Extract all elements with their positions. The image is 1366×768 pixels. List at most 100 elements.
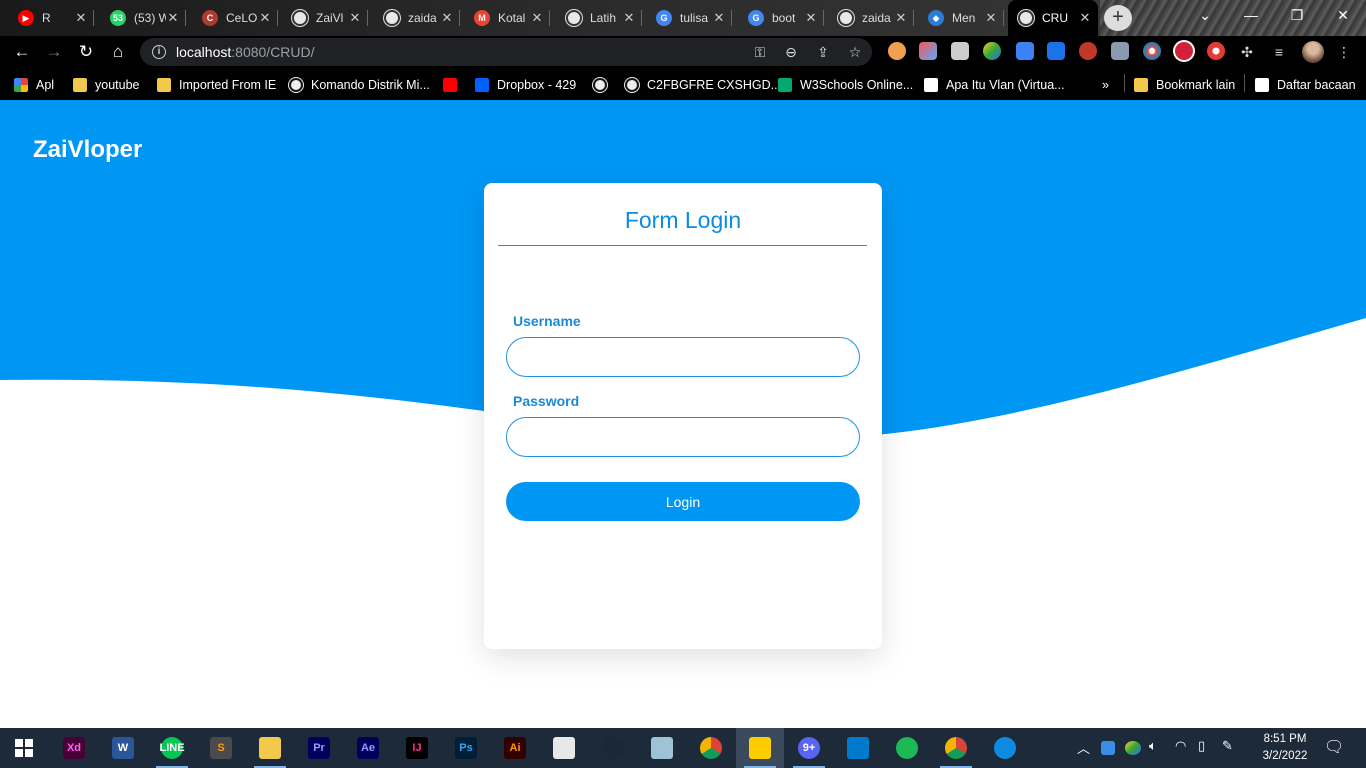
taskbar-app[interactable]: W	[99, 728, 147, 768]
taskbar-app[interactable]	[883, 728, 931, 768]
more-bookmarks-button[interactable]: »	[1102, 76, 1109, 94]
browser-tab[interactable]: C CeLO ✕	[192, 4, 278, 32]
bookmark-item[interactable]: youtube	[73, 76, 139, 94]
close-tab-icon[interactable]: ✕	[804, 10, 818, 26]
taskbar-app[interactable]	[540, 728, 588, 768]
extension-orange-icon[interactable]	[888, 42, 906, 60]
bookmark-item[interactable]: Daftar bacaan	[1255, 76, 1356, 94]
brand-logo[interactable]: ZaiVloper	[33, 136, 142, 164]
home-icon[interactable]: ⌂	[106, 40, 130, 64]
share-icon[interactable]: ⇪	[813, 42, 833, 62]
tray-multicolor-icon[interactable]	[1125, 741, 1141, 755]
battery-icon[interactable]: ▯	[1198, 738, 1205, 754]
browser-tab[interactable]: ▶ R ✕	[8, 4, 94, 32]
extension-record-icon[interactable]	[1175, 42, 1193, 60]
extension-shield-icon[interactable]	[1111, 42, 1129, 60]
tab-search-icon[interactable]: ⌄	[1182, 0, 1228, 30]
extensions-puzzle-icon[interactable]: ✣	[1237, 42, 1257, 62]
taskbar-app[interactable]: Ps	[442, 728, 490, 768]
bookmark-item[interactable]: Apa Itu Vlan (Virtua...	[924, 76, 1065, 94]
new-tab-button[interactable]: +	[1104, 5, 1132, 31]
extension-heart-icon[interactable]	[919, 42, 937, 60]
bookmark-item[interactable]	[593, 76, 615, 94]
taskbar-app[interactable]	[981, 728, 1029, 768]
browser-tab[interactable]: ZaiVl ✕	[282, 4, 368, 32]
bookmark-item[interactable]: Imported From IE	[157, 76, 276, 94]
wifi-icon[interactable]: ◠	[1175, 738, 1186, 754]
browser-tab[interactable]: zaida ✕	[828, 4, 914, 32]
show-hidden-icons[interactable]: ︿	[1077, 738, 1090, 757]
close-tab-icon[interactable]: ✕	[530, 10, 544, 26]
key-icon[interactable]: ⚿	[750, 42, 770, 62]
taskbar-app[interactable]: 9+	[785, 728, 833, 768]
close-tab-icon[interactable]: ✕	[166, 10, 180, 26]
taskbar-app[interactable]: Ae	[344, 728, 392, 768]
close-tab-icon[interactable]: ✕	[1078, 10, 1092, 26]
close-tab-icon[interactable]: ✕	[440, 10, 454, 26]
browser-tab[interactable]: ◆ Men ✕	[918, 4, 1004, 32]
browser-tab[interactable]: zaida ✕	[374, 4, 460, 32]
bookmark-star-icon[interactable]: ☆	[845, 42, 865, 62]
windows-start-icon[interactable]	[0, 728, 48, 768]
extension-arrow-icon[interactable]	[1047, 42, 1065, 60]
bookmark-item[interactable]: Apl	[14, 76, 54, 94]
close-tab-icon[interactable]: ✕	[74, 10, 88, 26]
menu-kebab-icon[interactable]: ⋮	[1334, 42, 1354, 62]
extension-multicolor-icon[interactable]	[983, 42, 1001, 60]
close-tab-icon[interactable]: ✕	[348, 10, 362, 26]
zoom-icon[interactable]: ⊖	[781, 42, 801, 62]
taskbar-app[interactable]	[736, 728, 784, 768]
restore-button[interactable]: ❐	[1274, 0, 1320, 30]
browser-tab[interactable]: M Kotal ✕	[464, 4, 550, 32]
minimize-button[interactable]: —	[1228, 0, 1274, 30]
taskbar-app[interactable]: S	[197, 728, 245, 768]
extension-eye-icon[interactable]	[1079, 42, 1097, 60]
taskbar-app[interactable]	[834, 728, 882, 768]
close-tab-icon[interactable]: ✕	[894, 10, 908, 26]
password-input[interactable]	[506, 417, 860, 457]
taskbar-app[interactable]	[932, 728, 980, 768]
bookmark-item[interactable]: W3Schools Online...	[778, 76, 913, 94]
bookmark-item[interactable]	[443, 76, 465, 94]
profile-avatar[interactable]	[1302, 41, 1324, 63]
close-tab-icon[interactable]: ✕	[258, 10, 272, 26]
taskbar-app[interactable]	[638, 728, 686, 768]
bookmark-item[interactable]: Bookmark lain	[1134, 76, 1235, 94]
close-tab-icon[interactable]: ✕	[984, 10, 998, 26]
volume-icon[interactable]: 🔈︎	[1149, 738, 1157, 754]
taskbar-app[interactable]: Ai	[491, 728, 539, 768]
site-info-icon[interactable]: i	[152, 45, 166, 59]
camera-icon[interactable]	[951, 42, 969, 60]
bookmark-item[interactable]: Dropbox - 429	[475, 76, 576, 94]
close-window-button[interactable]: ✕	[1320, 0, 1366, 30]
bookmark-item[interactable]: Komando Distrik Mi...	[289, 76, 430, 94]
tray-app-icon[interactable]	[1101, 741, 1115, 755]
close-tab-icon[interactable]: ✕	[622, 10, 636, 26]
reload-icon[interactable]: ↻	[74, 40, 98, 64]
bookmark-item[interactable]: C2FBGFRE CXSHGD...	[625, 76, 781, 94]
taskbar-app[interactable]	[589, 728, 637, 768]
browser-tab[interactable]: 53 (53) W ✕	[100, 4, 186, 32]
login-button[interactable]: Login	[506, 482, 860, 521]
extension-firefox-icon[interactable]	[1143, 42, 1161, 60]
taskbar-app[interactable]	[246, 728, 294, 768]
notification-icon[interactable]: 🗨︎	[1324, 737, 1344, 757]
media-control-icon[interactable]: ≡	[1269, 42, 1289, 62]
browser-tab[interactable]: Gtulisa ✕	[646, 4, 732, 32]
close-tab-icon[interactable]: ✕	[712, 10, 726, 26]
taskbar-app[interactable]: IJ	[393, 728, 441, 768]
pen-icon[interactable]: ✎	[1222, 738, 1233, 754]
browser-tab[interactable]: Gboot ✕	[738, 4, 824, 32]
back-icon[interactable]: ←	[10, 40, 34, 64]
browser-tab[interactable]: Latih ✕	[556, 4, 642, 32]
system-clock[interactable]: 8:51 PM 3/2/2022	[1252, 731, 1318, 765]
extension-badge-icon[interactable]	[1016, 42, 1034, 60]
taskbar-app[interactable]	[687, 728, 735, 768]
browser-tab[interactable]: CRU ✕	[1008, 0, 1098, 36]
taskbar-app[interactable]: Xd	[50, 728, 98, 768]
username-input[interactable]	[506, 337, 860, 377]
taskbar-app[interactable]: LINE	[148, 728, 196, 768]
forward-icon[interactable]: →	[42, 40, 66, 64]
extension-red-dot-icon[interactable]	[1207, 42, 1225, 60]
taskbar-app[interactable]: Pr	[295, 728, 343, 768]
